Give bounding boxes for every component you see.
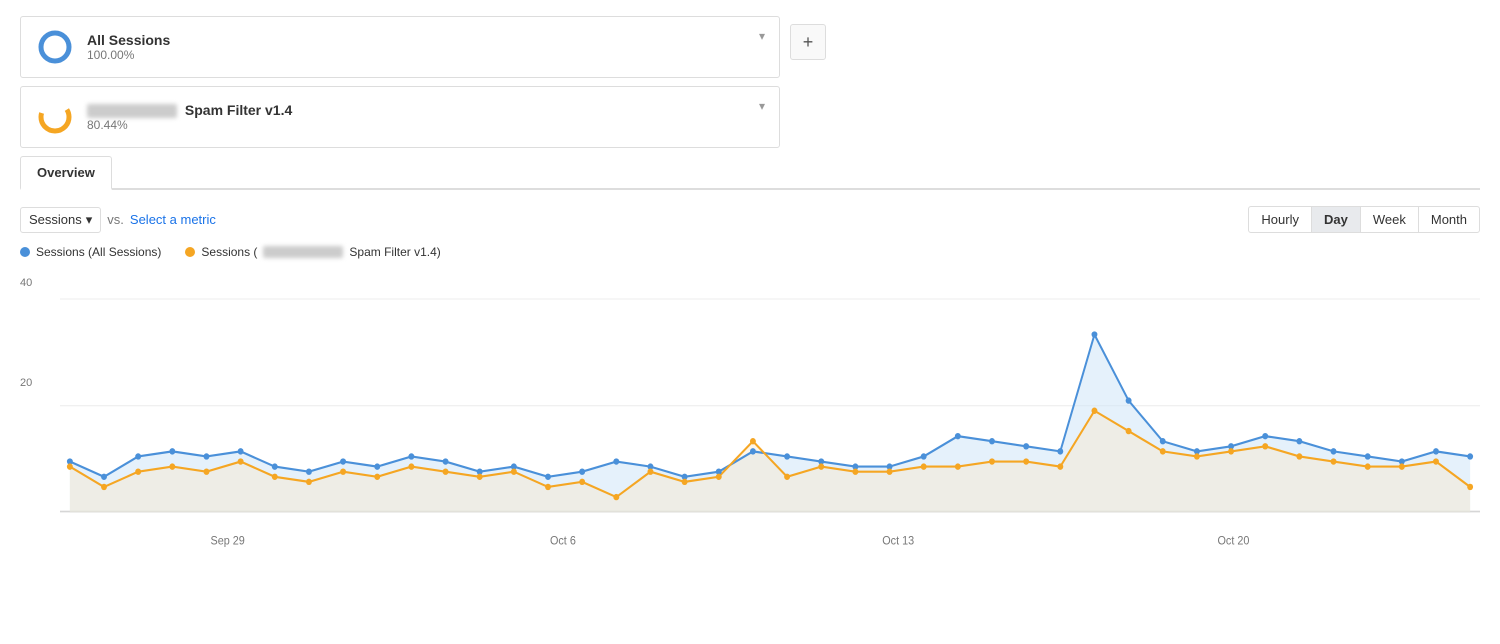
legend-dot-1 xyxy=(20,247,30,257)
y-label-20: 20 xyxy=(20,377,32,389)
svg-text:Sep 29: Sep 29 xyxy=(210,535,244,547)
chart-svg: Sep 29 Oct 6 Oct 13 Oct 20 xyxy=(60,267,1480,587)
metric-left: Sessions ▾ vs. Select a metric xyxy=(20,207,216,233)
spam-filter-icon xyxy=(35,97,75,137)
spam-filter-card[interactable]: Spam Filter v1.4 80.44% ▾ xyxy=(20,86,780,148)
all-sessions-title: All Sessions xyxy=(87,32,765,48)
legend-blurred-text xyxy=(263,246,343,258)
day-button[interactable]: Day xyxy=(1311,206,1361,233)
overview-tab-bar: Overview xyxy=(20,156,1480,190)
sessions-dropdown[interactable]: Sessions ▾ xyxy=(20,207,101,233)
week-button[interactable]: Week xyxy=(1360,206,1419,233)
legend-dot-2 xyxy=(185,247,195,257)
svg-text:Oct 6: Oct 6 xyxy=(550,535,576,547)
all-sessions-card[interactable]: All Sessions 100.00% ▾ xyxy=(20,16,780,78)
month-button[interactable]: Month xyxy=(1418,206,1480,233)
tab-overview[interactable]: Overview xyxy=(20,156,112,190)
legend-item-1: Sessions (All Sessions) xyxy=(20,245,161,259)
chart-wrapper: 40 20 Sep 29 Oct 6 Oct 13 xyxy=(20,267,1480,587)
page-container: All Sessions 100.00% ▾ Spam Filter v1.4 xyxy=(0,0,1500,644)
spam-filter-title: Spam Filter v1.4 xyxy=(87,102,765,118)
vs-label: vs. xyxy=(107,212,124,227)
chart-legend: Sessions (All Sessions) Sessions ( Spam … xyxy=(20,245,1480,259)
all-sessions-pct: 100.00% xyxy=(87,48,765,62)
svg-text:Oct 13: Oct 13 xyxy=(882,535,914,547)
time-buttons: Hourly Day Week Month xyxy=(1249,206,1480,233)
spam-filter-blurred-name xyxy=(87,104,177,118)
select-metric-link[interactable]: Select a metric xyxy=(130,212,216,227)
spam-filter-chevron-icon: ▾ xyxy=(759,99,765,113)
all-sessions-chevron-icon: ▾ xyxy=(759,29,765,43)
legend-label-1: Sessions (All Sessions) xyxy=(36,245,161,259)
y-label-40: 40 xyxy=(20,277,32,289)
segments-row: All Sessions 100.00% ▾ Spam Filter v1.4 xyxy=(20,16,1480,156)
legend-label-2-suffix: Spam Filter v1.4) xyxy=(349,245,440,259)
dropdown-arrow-icon: ▾ xyxy=(86,212,93,228)
svg-text:Oct 20: Oct 20 xyxy=(1218,535,1250,547)
sessions-label: Sessions xyxy=(29,212,82,227)
add-segment-button[interactable]: + xyxy=(790,24,826,60)
all-sessions-info: All Sessions 100.00% xyxy=(87,32,765,62)
spam-filter-info: Spam Filter v1.4 80.44% xyxy=(87,102,765,132)
spam-filter-pct: 80.44% xyxy=(87,118,765,132)
all-sessions-icon xyxy=(35,27,75,67)
legend-item-2: Sessions ( Spam Filter v1.4) xyxy=(185,245,440,259)
segments-list: All Sessions 100.00% ▾ Spam Filter v1.4 xyxy=(20,16,780,156)
metric-row: Sessions ▾ vs. Select a metric Hourly Da… xyxy=(20,206,1480,233)
hourly-button[interactable]: Hourly xyxy=(1248,206,1312,233)
legend-label-2-prefix: Sessions ( xyxy=(201,245,257,259)
chart-container: Sep 29 Oct 6 Oct 13 Oct 20 xyxy=(60,267,1480,587)
